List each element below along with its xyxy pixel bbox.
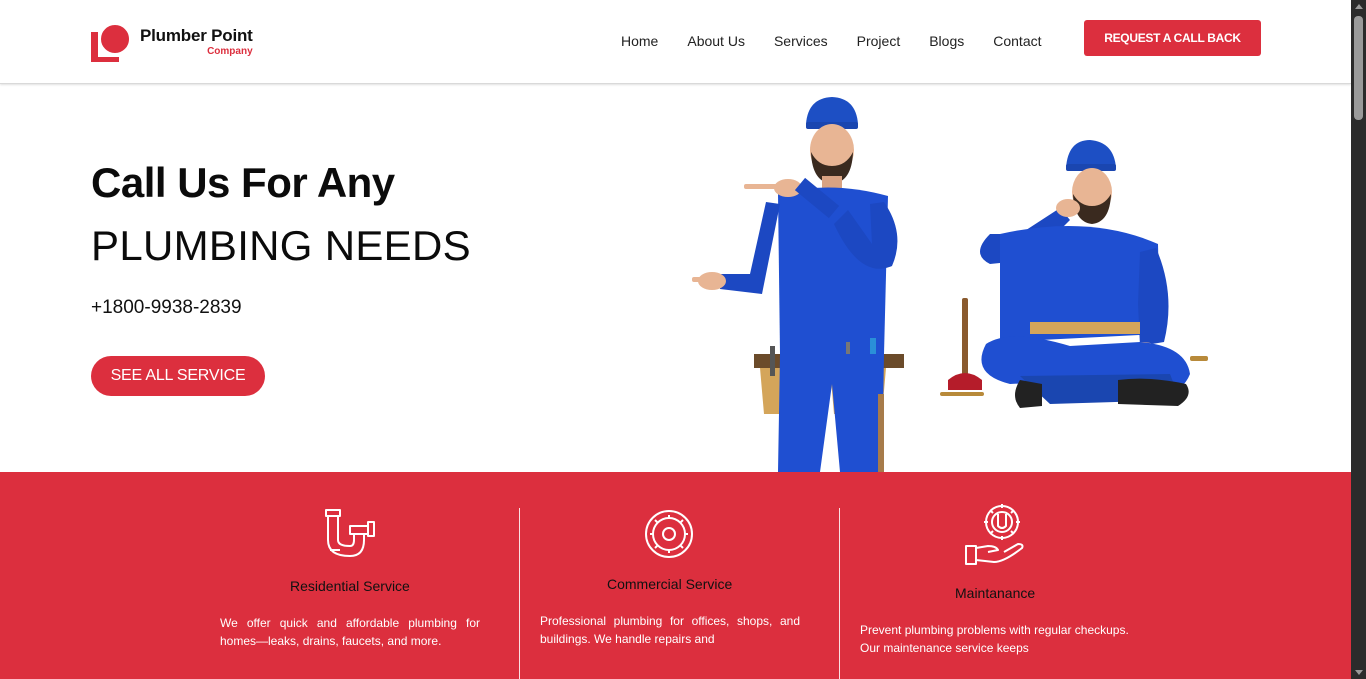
- service-card-commercial[interactable]: Commercial Service Professional plumbing…: [540, 472, 800, 679]
- nav-home[interactable]: Home: [621, 32, 658, 50]
- service-card-maintanance[interactable]: Maintanance Prevent plumbing problems wi…: [860, 472, 1140, 679]
- hero-plumbers-image: [670, 84, 1230, 472]
- hero-heading: Call Us For Any: [91, 159, 395, 206]
- nav-contact[interactable]: Contact: [993, 32, 1041, 50]
- pipe-icon: [324, 508, 376, 565]
- service-description: We offer quick and affordable plumbing f…: [220, 616, 480, 648]
- page-scrollbar[interactable]: [1351, 0, 1366, 679]
- service-divider: [839, 508, 840, 679]
- scroll-up-arrow-icon[interactable]: [1355, 4, 1363, 9]
- service-title: Maintanance: [955, 585, 1036, 601]
- nav-about-us[interactable]: About Us: [687, 32, 745, 50]
- scrollbar-thumb[interactable]: [1354, 16, 1363, 120]
- main-nav: Home About Us Services Project Blogs Con…: [621, 32, 1071, 50]
- service-divider: [519, 508, 520, 679]
- service-description: Professional plumbing for offices, shops…: [540, 614, 800, 646]
- site-header: Plumber Point Company Home About Us Serv…: [0, 0, 1351, 84]
- brand-tagline: Company: [207, 46, 253, 57]
- service-card-residential[interactable]: Residential Service We offer quick and a…: [220, 472, 480, 679]
- brand-name: Plumber Point: [140, 26, 253, 45]
- service-description: Prevent plumbing problems with regular c…: [860, 623, 1129, 655]
- brand-logo[interactable]: Plumber Point Company: [91, 23, 253, 62]
- nav-blogs[interactable]: Blogs: [929, 32, 964, 50]
- service-title: Residential Service: [290, 578, 410, 594]
- hero-section: Call Us For Any PLUMBING NEEDS +1800-993…: [0, 84, 1351, 472]
- hand-wrench-icon: [964, 502, 1026, 571]
- gear-icon: [644, 509, 694, 564]
- service-title: Commercial Service: [607, 576, 733, 592]
- see-all-service-button[interactable]: SEE ALL SERVICE: [91, 356, 265, 396]
- hero-subheading: PLUMBING NEEDS: [91, 222, 471, 269]
- logo-icon: [91, 23, 131, 62]
- request-call-back-button[interactable]: REQUEST A CALL BACK: [1084, 20, 1261, 56]
- scroll-down-arrow-icon[interactable]: [1355, 670, 1363, 675]
- services-section: Residential Service We offer quick and a…: [0, 472, 1351, 679]
- nav-services[interactable]: Services: [774, 32, 828, 50]
- hero-phone-number: +1800-9938-2839: [91, 297, 242, 318]
- nav-project[interactable]: Project: [857, 32, 901, 50]
